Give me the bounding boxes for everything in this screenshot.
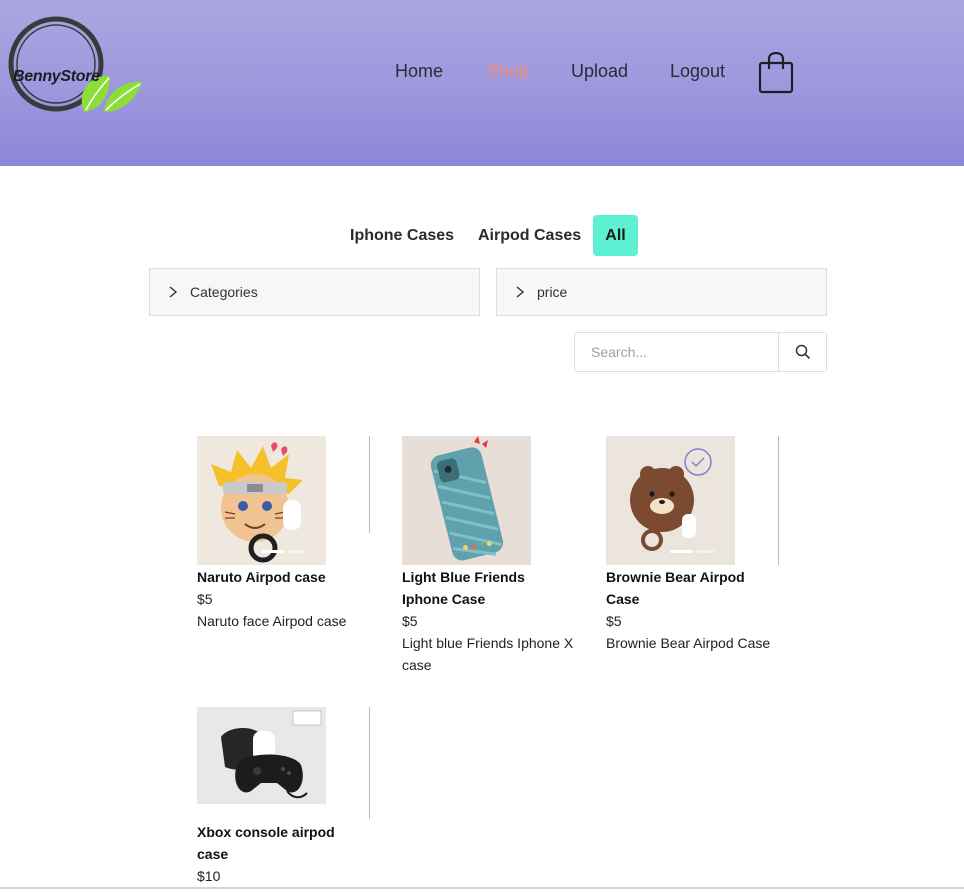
product-image-xbox[interactable] [197, 707, 326, 804]
search-input[interactable] [575, 333, 778, 371]
nav-shop-link[interactable]: Shop [487, 61, 529, 82]
product-image-brownie-bear[interactable] [606, 436, 735, 565]
product-name[interactable]: Light Blue Friends Iphone Case [402, 566, 574, 610]
brand-name: BennyStore [13, 68, 100, 85]
image-carousel-dots [606, 550, 735, 553]
product-price: $10 [197, 868, 221, 884]
brand-logo[interactable]: BennyStore [6, 16, 146, 116]
product-description: Light blue Friends Iphone X case [402, 635, 574, 673]
price-label: price [537, 284, 568, 300]
shopping-bag-icon[interactable] [758, 52, 794, 94]
product-description: Brownie Bear Airpod Case [606, 635, 771, 651]
chevron-right-icon [169, 286, 178, 298]
nav-logout-link[interactable]: Logout [670, 61, 725, 82]
categories-label: Categories [190, 284, 258, 300]
product-name[interactable]: Brownie Bear Airpod Case [606, 566, 778, 610]
search-icon [795, 344, 810, 360]
search-box [574, 332, 827, 372]
card-divider [369, 707, 370, 819]
categories-accordion[interactable]: Categories [149, 268, 480, 316]
page-divider [0, 887, 964, 889]
logo-graphic [8, 16, 142, 112]
card-divider [778, 436, 779, 565]
product-image-naruto[interactable] [197, 436, 326, 565]
tab-iphone-cases[interactable]: Iphone Cases [350, 215, 454, 256]
nav-upload-link[interactable]: Upload [571, 61, 628, 82]
product-price: $5 [606, 613, 622, 629]
price-accordion[interactable]: price [496, 268, 827, 316]
product-description: Naruto face Airpod case [197, 613, 347, 629]
tab-airpod-cases[interactable]: Airpod Cases [478, 215, 581, 256]
card-divider [369, 436, 370, 533]
product-price: $5 [402, 613, 418, 629]
product-price: $5 [197, 591, 213, 607]
product-name[interactable]: Naruto Airpod case [197, 566, 369, 588]
chevron-right-icon [516, 286, 525, 298]
site-header: BennyStore Home Shop Upload Logout [0, 0, 964, 166]
nav-home-link[interactable]: Home [395, 61, 443, 82]
search-button[interactable] [778, 333, 826, 371]
product-image-friends-case[interactable] [402, 436, 531, 565]
tab-all[interactable]: All [593, 215, 638, 256]
product-name[interactable]: Xbox console airpod case [197, 821, 369, 865]
image-carousel-dots [197, 550, 326, 553]
category-tabs: Iphone Cases Airpod Cases All [0, 215, 964, 256]
